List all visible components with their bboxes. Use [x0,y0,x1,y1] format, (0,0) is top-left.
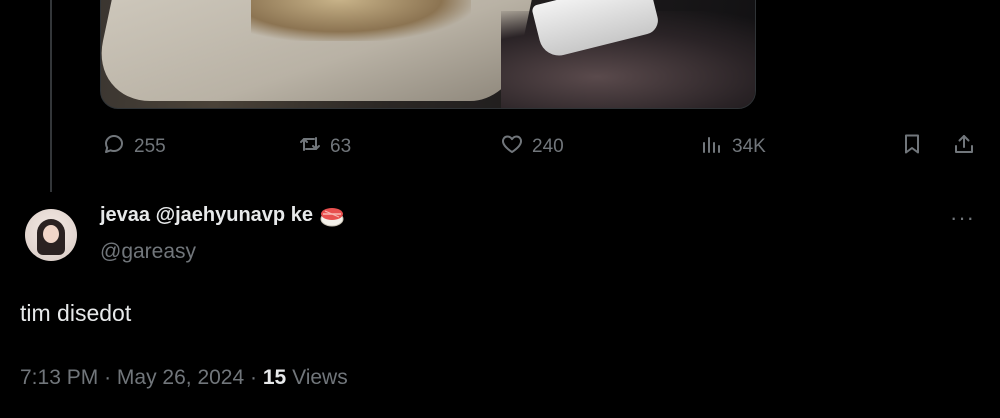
reply-count: 255 [134,136,166,157]
reply-button[interactable]: 255 [102,132,166,162]
avatar[interactable] [25,209,77,261]
tweet-media-image[interactable] [100,0,756,109]
display-name[interactable]: jevaa @jaehyunavp ke [100,204,313,227]
reply-views-label: Views [292,366,348,389]
more-options-button[interactable]: ··· [950,205,975,231]
views-count: 34K [732,136,766,157]
share-button[interactable] [952,132,976,162]
user-handle[interactable]: @gareasy [100,240,196,264]
tweet-action-bar: 255 63 240 34K [0,132,1000,162]
reply-meta: 7:13 PM · May 26, 2024 · 15 Views [20,366,348,390]
reply-author-row: jevaa @jaehyunavp ke [100,204,345,227]
bookmark-button[interactable] [900,132,924,162]
thread-connector-line [50,0,52,192]
meta-separator: · [104,366,112,389]
repost-count: 63 [330,136,352,157]
media-food [251,0,471,41]
like-count: 240 [532,136,564,157]
avatar-face [43,225,59,243]
bar-chart-icon [700,132,724,162]
repost-icon [298,132,322,162]
reply-views-count: 15 [262,366,287,389]
views-button[interactable]: 34K [700,132,766,162]
like-button[interactable]: 240 [500,132,564,162]
repost-button[interactable]: 63 [298,132,351,162]
bookmark-icon [900,132,924,162]
post-date[interactable]: May 26, 2024 [117,366,244,389]
share-icon [952,132,976,162]
timestamp[interactable]: 7:13 PM [20,366,98,389]
meta-separator: · [250,366,258,389]
reply-text: tim disedot [20,300,132,326]
heart-icon [500,132,524,162]
speech-bubble-icon [102,132,126,162]
sushi-emoji-icon [319,205,345,227]
